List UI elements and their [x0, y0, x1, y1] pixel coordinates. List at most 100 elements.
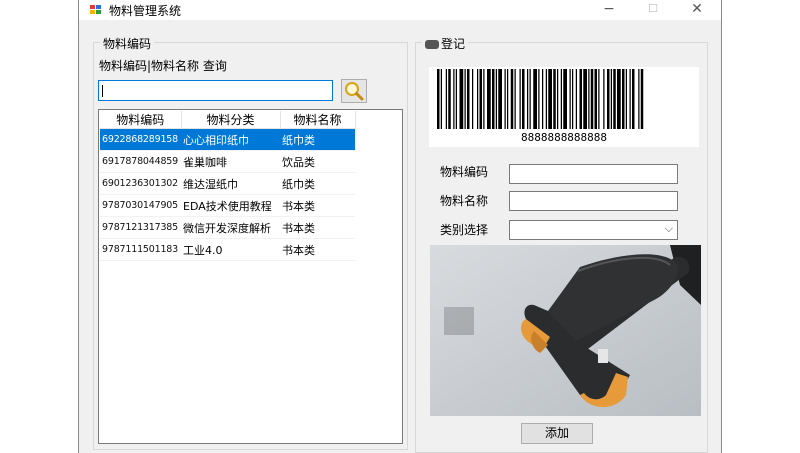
table-row[interactable]: 6917878044859 雀巢咖啡 饮品类: [100, 150, 355, 173]
barcode-bar: [632, 69, 635, 129]
app-icon: [90, 5, 101, 14]
column-header-name[interactable]: 物料名称: [280, 111, 356, 129]
close-button[interactable]: ✕: [675, 0, 719, 20]
barcode-bar: [563, 69, 567, 129]
barcode-bar: [538, 69, 540, 129]
magnifier-icon: [345, 82, 364, 101]
add-button[interactable]: 添加: [521, 423, 593, 444]
barcode-bar: [622, 69, 625, 129]
cell-code: 6917878044859: [100, 150, 181, 173]
barcode-bar: [629, 69, 631, 129]
search-input[interactable]: [98, 80, 333, 101]
table-row[interactable]: 9787111501183 工业4.0 书本类: [100, 238, 355, 261]
barcode-bar: [510, 69, 514, 129]
barcode-bar: [607, 69, 610, 129]
barcode-bar: [613, 69, 616, 129]
barcode-bar: [487, 69, 491, 129]
barcode-bar: [495, 69, 497, 129]
barcode-bar: [492, 69, 495, 129]
table-row[interactable]: 6922868289158 心心相印纸巾 纸巾类: [100, 128, 355, 151]
name-label: 物料名称: [440, 194, 489, 208]
cell-category: 雀巢咖啡: [181, 150, 280, 173]
barcode-bar: [579, 69, 582, 129]
cell-category: 微信开发深度解析: [181, 216, 280, 239]
material-list-group-title: 物料编码: [100, 35, 155, 52]
barcode-bar: [448, 69, 451, 129]
barcode-bar: [638, 69, 640, 129]
barcode-number: 8888888888888: [520, 131, 608, 144]
barcode-bar: [610, 69, 612, 129]
maximize-button[interactable]: ☐: [631, 0, 675, 20]
barcode-bar: [545, 69, 547, 129]
cell-category: 心心相印纸巾: [181, 128, 280, 151]
barcode-bar: [560, 69, 562, 129]
barcode-bar: [557, 69, 559, 129]
barcode-bar: [437, 69, 440, 129]
material-grid: 物料编码 物料分类 物料名称 6922868289158 心心相印纸巾 纸巾类 691…: [98, 109, 403, 444]
barcode-bar: [477, 69, 479, 129]
barcode-bars: [437, 69, 644, 129]
cell-code: 6901236301302: [100, 172, 181, 195]
barcode-bar: [527, 69, 529, 129]
category-label: 类别选择: [440, 223, 489, 237]
cell-code: 9787121317385: [100, 216, 181, 239]
barcode-bar: [498, 69, 502, 129]
barcode-bar: [583, 69, 587, 129]
barcode-bar: [504, 69, 506, 129]
minimize-button[interactable]: −: [587, 0, 631, 20]
barcode-bar: [569, 69, 571, 129]
barcode-bar: [445, 69, 447, 129]
barcode-bar: [514, 69, 516, 129]
cell-name: 书本类: [280, 238, 355, 261]
cell-category: 维达湿纸巾: [181, 172, 280, 195]
column-header-code[interactable]: 物料编码: [100, 111, 182, 129]
barcode-image: 8888888888888: [429, 67, 699, 147]
barcode-bar: [598, 69, 600, 129]
title-bar: 物料管理系统 − ☐ ✕: [79, 0, 721, 20]
column-header-category[interactable]: 物料分类: [181, 111, 281, 129]
cell-name: 纸巾类: [280, 172, 355, 195]
register-group-title-text: 登记: [441, 37, 466, 51]
barcode-bar: [453, 69, 455, 129]
barcode-bar: [588, 69, 590, 129]
barcode-bar: [464, 69, 466, 129]
redacted-mark: [425, 40, 439, 49]
search-button[interactable]: [341, 79, 367, 103]
barcode-scanner-image: [430, 245, 701, 416]
cell-name: 书本类: [280, 194, 355, 217]
category-select[interactable]: ⌵: [509, 220, 678, 240]
cell-code: 6922868289158: [100, 128, 181, 151]
barcode-bar: [533, 69, 537, 129]
barcode-bar: [459, 69, 464, 129]
cell-category: 工业4.0: [181, 238, 280, 261]
cell-name: 书本类: [280, 216, 355, 239]
barcode-bar: [617, 69, 621, 129]
grid-header-row: 物料编码 物料分类 物料名称: [100, 111, 356, 129]
barcode-bar: [590, 69, 594, 129]
barcode-bar: [572, 69, 574, 129]
main-window: 物料管理系统 − ☐ ✕ 物料编码 物料编码|物料名称 查询 物料编码 物料分类…: [78, 0, 722, 453]
scanner-photo: [430, 245, 701, 416]
name-field[interactable]: [509, 191, 678, 211]
table-row[interactable]: 9787121317385 微信开发深度解析 书本类: [100, 216, 355, 239]
code-field[interactable]: [509, 164, 678, 184]
register-group-title: 登记: [422, 35, 469, 52]
barcode-bar: [542, 69, 544, 129]
barcode-bar: [483, 69, 485, 129]
cell-name: 纸巾类: [280, 128, 355, 151]
table-row[interactable]: 9787030147905 EDA技术使用教程 书本类: [100, 194, 355, 217]
window-title: 物料管理系统: [109, 4, 182, 18]
table-row[interactable]: 6901236301302 维达湿纸巾 纸巾类: [100, 172, 355, 195]
barcode-bar: [455, 69, 457, 129]
material-table: 物料编码 物料分类 物料名称 6922868289158 心心相印纸巾 纸巾类 691…: [100, 111, 356, 261]
cell-code: 9787030147905: [100, 194, 181, 217]
barcode-bar: [522, 69, 525, 129]
cell-code: 9787111501183: [100, 238, 181, 261]
barcode-bar: [519, 69, 521, 129]
barcode-bar: [603, 69, 605, 129]
barcode-bar: [594, 69, 597, 129]
barcode-bar: [507, 69, 509, 129]
search-label: 物料编码|物料名称 查询: [99, 59, 227, 73]
barcode-bar: [625, 69, 627, 129]
barcode-bar: [479, 69, 482, 129]
